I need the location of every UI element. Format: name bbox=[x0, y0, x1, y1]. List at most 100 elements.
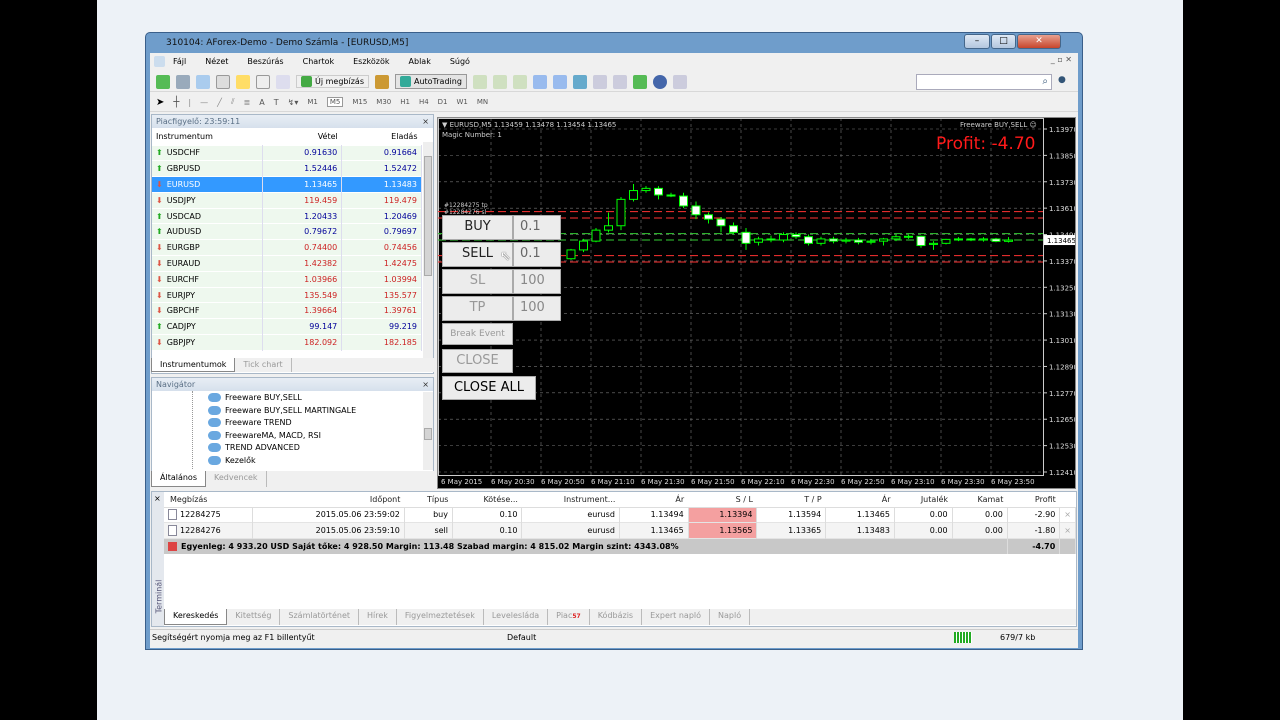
market-watch-icon[interactable] bbox=[196, 74, 210, 89]
profiles-icon[interactable] bbox=[176, 74, 190, 89]
navigator-item[interactable]: Freeware BUY,SELL bbox=[208, 392, 433, 405]
column-header[interactable]: Instrumentum bbox=[152, 128, 262, 145]
zoom-in-icon[interactable] bbox=[532, 74, 547, 89]
text-icon[interactable]: A bbox=[259, 98, 264, 107]
close-button[interactable]: CLOSE bbox=[442, 349, 513, 373]
market-watch-row[interactable]: ⬇ EURAUD 1.42382 1.42475 bbox=[152, 255, 422, 272]
line-chart-icon[interactable] bbox=[512, 74, 527, 89]
minimize-button[interactable]: – bbox=[964, 34, 990, 49]
tab-4[interactable]: Figyelmeztetések bbox=[397, 609, 484, 625]
cursor-icon[interactable]: ➤ bbox=[156, 97, 164, 108]
menu-3[interactable]: Chartok bbox=[303, 57, 335, 66]
column-header[interactable]: Ár bbox=[826, 492, 895, 507]
column-header[interactable]: Vétel bbox=[262, 128, 342, 145]
terminal-icon[interactable] bbox=[256, 74, 270, 89]
candlestick-icon[interactable] bbox=[492, 74, 507, 89]
sl-input[interactable]: 100 bbox=[513, 269, 561, 294]
column-header[interactable]: Kötése... bbox=[452, 492, 521, 507]
close-panel-icon[interactable]: × bbox=[422, 380, 429, 389]
column-header[interactable]: Kamat bbox=[952, 492, 1007, 507]
navigator-item[interactable]: Kezelők bbox=[208, 455, 433, 468]
market-watch-row[interactable]: ⬆ AUDUSD 0.79672 0.79697 bbox=[152, 223, 422, 240]
tile-windows-icon[interactable] bbox=[572, 74, 587, 89]
tab-5[interactable]: Levelesláda bbox=[484, 609, 549, 625]
navigator-item[interactable]: Freeware BUY,SELL MARTINGALE bbox=[208, 405, 433, 418]
buy-lot-input[interactable]: 0.1 bbox=[513, 215, 561, 240]
column-header[interactable]: Ár bbox=[619, 492, 688, 507]
tab-2[interactable]: Számlatörténet bbox=[280, 609, 359, 625]
templates-icon[interactable] bbox=[672, 74, 687, 89]
timeframe-w1[interactable]: W1 bbox=[457, 98, 468, 106]
market-watch-row[interactable]: ⬆ CADJPY 99.147 99.219 bbox=[152, 318, 422, 335]
horizontal-line-icon[interactable]: — bbox=[200, 98, 208, 107]
sl-button[interactable]: SL bbox=[442, 269, 513, 294]
navigator-item[interactable]: Freeware TREND bbox=[208, 417, 433, 430]
tp-input[interactable]: 100 bbox=[513, 296, 561, 321]
menu-6[interactable]: Súgó bbox=[450, 57, 470, 66]
tab-9[interactable]: Napló bbox=[710, 609, 751, 625]
column-header[interactable]: S / L bbox=[688, 492, 757, 507]
trade-row[interactable]: 12284275 2015.05.06 23:59:02 buy 0.10 eurusd… bbox=[164, 507, 1076, 523]
column-header[interactable]: Instrument... bbox=[522, 492, 619, 507]
timeframe-m30[interactable]: M30 bbox=[376, 98, 391, 106]
tab-1[interactable]: Kitettség bbox=[227, 609, 281, 625]
column-header[interactable]: Időpont bbox=[252, 492, 404, 507]
navigator-item[interactable]: FreewareMA, MACD, RSI bbox=[208, 430, 433, 443]
close-all-button[interactable]: CLOSE ALL bbox=[442, 376, 536, 400]
column-header[interactable]: T / P bbox=[757, 492, 826, 507]
close-panel-icon[interactable]: × bbox=[422, 117, 429, 126]
community-icon[interactable]: ● bbox=[1058, 75, 1066, 85]
tab-0[interactable]: Kereskedés bbox=[164, 609, 228, 625]
market-watch-row[interactable]: ⬇ GBPCHF 1.39664 1.39761 bbox=[152, 302, 422, 319]
tab-6[interactable]: Piac57 bbox=[548, 609, 590, 625]
fibonacci-icon[interactable]: ≣ bbox=[244, 98, 251, 107]
timeframe-d1[interactable]: D1 bbox=[438, 98, 448, 106]
menu-0[interactable]: Fájl bbox=[173, 57, 186, 66]
timeframe-h1[interactable]: H1 bbox=[400, 98, 410, 106]
arrows-icon[interactable]: ↯▾ bbox=[288, 98, 299, 107]
tab-8[interactable]: Expert napló bbox=[642, 609, 711, 625]
text-label-icon[interactable]: T bbox=[274, 98, 279, 107]
menu-2[interactable]: Beszúrás bbox=[247, 57, 283, 66]
column-header[interactable]: Megbízás bbox=[164, 492, 252, 507]
status-profile[interactable]: Default bbox=[507, 633, 536, 642]
chart-shift-icon[interactable] bbox=[592, 74, 607, 89]
data-window-icon[interactable] bbox=[216, 74, 230, 89]
buy-button[interactable]: BUY bbox=[442, 215, 513, 240]
chart-window[interactable]: 1.139701.138501.137301.136101.134901.133… bbox=[437, 117, 1076, 489]
market-watch-row[interactable]: ⬇ GBPJPY 182.092 182.185 bbox=[152, 334, 422, 351]
tab-7[interactable]: Kódbázis bbox=[590, 609, 643, 625]
metaeditor-icon[interactable] bbox=[374, 74, 389, 89]
mdi-controls[interactable]: _ ▫ ✕ bbox=[1051, 55, 1072, 64]
close-order-icon[interactable]: × bbox=[1059, 522, 1076, 538]
timeframe-m5[interactable]: M5 bbox=[326, 97, 344, 107]
tab-0[interactable]: Instrumentumok bbox=[151, 358, 236, 372]
crosshair-icon[interactable]: ┼ bbox=[173, 97, 179, 108]
column-header[interactable]: Eladás bbox=[342, 128, 422, 145]
navigator-scrollbar[interactable] bbox=[423, 392, 433, 470]
market-watch-row[interactable]: ⬇ EURGBP 0.74400 0.74456 bbox=[152, 239, 422, 256]
tab-3[interactable]: Hírek bbox=[359, 609, 397, 625]
menu-1[interactable]: Nézet bbox=[205, 57, 228, 66]
autotrading-button[interactable]: AutoTrading bbox=[394, 74, 467, 89]
maximize-button[interactable]: □ bbox=[991, 34, 1016, 49]
close-terminal-icon[interactable]: × bbox=[154, 494, 161, 503]
trendline-icon[interactable]: ╱ bbox=[217, 98, 222, 107]
timeframe-m1[interactable]: M1 bbox=[307, 98, 318, 106]
close-button[interactable]: ✕ bbox=[1017, 34, 1061, 49]
market-watch-row[interactable]: ⬇ USDJPY 119.459 119.479 bbox=[152, 192, 422, 209]
vertical-line-icon[interactable]: | bbox=[188, 98, 191, 107]
new-order-button[interactable]: Új megbízás bbox=[296, 75, 369, 88]
timeframe-m15[interactable]: M15 bbox=[352, 98, 367, 106]
market-watch-row[interactable]: ⬆ USDCAD 1.20433 1.20469 bbox=[152, 208, 422, 224]
column-header[interactable]: Profit bbox=[1007, 492, 1059, 507]
tab-1[interactable]: Tick chart bbox=[235, 358, 292, 372]
autoscroll-icon[interactable] bbox=[612, 74, 627, 89]
channel-icon[interactable]: ⫽ bbox=[231, 97, 235, 107]
close-order-icon[interactable]: × bbox=[1059, 507, 1076, 523]
search-input[interactable]: ⌕ bbox=[916, 74, 1052, 90]
break-event-button[interactable]: Break Event bbox=[442, 323, 513, 345]
column-header[interactable]: Típus bbox=[404, 492, 452, 507]
menu-5[interactable]: Ablak bbox=[409, 57, 431, 66]
periods-clock-icon[interactable] bbox=[652, 74, 667, 89]
